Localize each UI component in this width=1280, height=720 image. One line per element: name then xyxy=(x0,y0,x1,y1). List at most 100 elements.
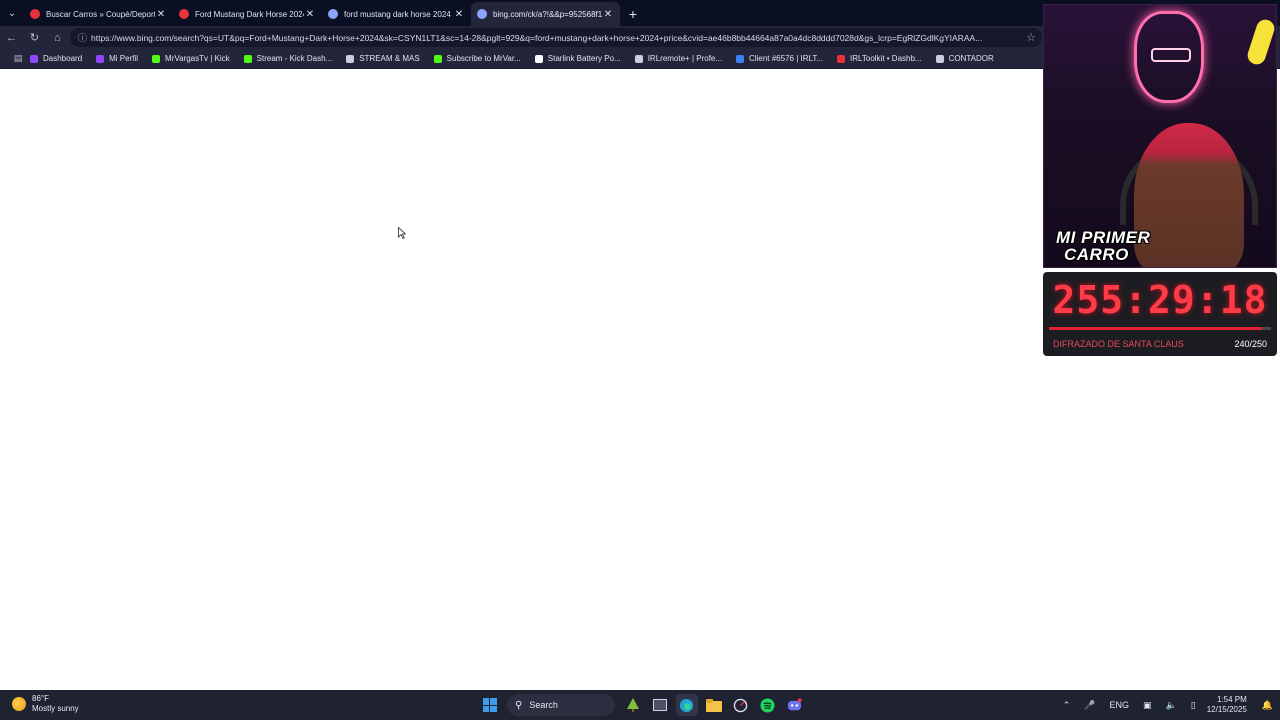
notification-icon[interactable]: 🔔 xyxy=(1262,700,1273,711)
bookmark-label: MrVargasTv | Kick xyxy=(165,54,230,63)
search-favicon-icon xyxy=(328,9,338,19)
countdown-timer: 255:29:18 xyxy=(1052,278,1268,322)
speedometer-app-icon[interactable] xyxy=(730,694,752,716)
bookmark-label: Starlink Battery Po... xyxy=(547,54,621,63)
tab-actions-menu-icon[interactable]: ⌄ xyxy=(0,0,24,26)
mouse-cursor-icon xyxy=(398,227,406,239)
windows-logo-icon xyxy=(482,698,497,712)
bookmark-item[interactable]: CONTADOR xyxy=(935,54,994,63)
bookmark-label: IRLToolkit • Dashb... xyxy=(850,54,922,63)
bookmark-label: Dashboard xyxy=(43,54,83,63)
weather-text: 86°F Mostly sunny xyxy=(32,694,79,714)
bookmark-item[interactable]: Mi Perfil xyxy=(96,54,138,63)
clock-date: 12/15/2025 xyxy=(1206,705,1247,714)
tab-title: Ford Mustang Dark Horse 2024 #1 xyxy=(195,9,304,19)
counter-icon xyxy=(935,54,944,63)
bookmark-item[interactable]: IRLremote+ | Profe... xyxy=(634,54,723,63)
new-tab-button[interactable]: + xyxy=(620,2,646,26)
neon-sign-icon xyxy=(1134,11,1204,103)
cam-title-line2: CARRO xyxy=(1064,245,1129,264)
bookmark-item[interactable]: Stream - Kick Dash... xyxy=(243,54,333,63)
banana-decoration-icon xyxy=(1245,17,1276,67)
bookmark-label: IRLremote+ | Profe... xyxy=(647,54,723,63)
tab-close-icon[interactable]: ✕ xyxy=(304,9,316,20)
search-icon: ⚲ xyxy=(515,699,523,711)
browser-tab[interactable]: Buscar Carros » Coupé/Deportivo ✕ xyxy=(24,2,173,26)
discord-icon[interactable] xyxy=(784,694,806,716)
address-bar[interactable]: ⓘ https://www.bing.com/search?qs=UT&pq=F… xyxy=(70,28,1042,47)
taskbar-clock[interactable]: 1:54 PM 12/15/2025 xyxy=(1207,695,1247,715)
globe-favicon-icon xyxy=(477,9,487,19)
subathon-timer-widget: 255:29:18 DIFRAZADO DE SANTA CLAUS 240/2… xyxy=(1043,272,1277,356)
weather-widget[interactable]: 86°F Mostly sunny xyxy=(12,694,79,714)
sun-icon xyxy=(12,697,26,711)
bookmark-item[interactable]: MrVargasTv | Kick xyxy=(152,54,230,63)
site-info-icon[interactable]: ⓘ xyxy=(78,31,87,44)
bookmark-folder[interactable]: STREAM & MAS xyxy=(346,54,420,63)
tab-title: bing.com/ck/a?!&&p=952568f1b xyxy=(493,9,602,19)
browser-tab-active[interactable]: bing.com/ck/a?!&&p=952568f1b ✕ xyxy=(471,2,620,26)
goal-progress-track xyxy=(1049,327,1271,330)
goal-progress-fill xyxy=(1049,327,1263,330)
site-favicon-icon xyxy=(30,9,40,19)
bookmark-label: CONTADOR xyxy=(948,54,994,63)
search-label: Search xyxy=(529,700,558,710)
widgets-icon[interactable] xyxy=(622,694,644,716)
screen: ⌄ Buscar Carros » Coupé/Deportivo ✕ Ford… xyxy=(0,0,1280,720)
microphone-icon[interactable]: 🎤 xyxy=(1084,700,1095,711)
edge-browser-icon[interactable] xyxy=(675,694,698,716)
bookmark-label: Stream - Kick Dash... xyxy=(256,54,333,63)
input-language[interactable]: ENG xyxy=(1110,700,1130,710)
home-icon[interactable]: ⌂ xyxy=(46,26,69,49)
cam-title: MI PRIMER CARRO xyxy=(1056,229,1150,263)
twitch-icon xyxy=(30,54,38,63)
bookmark-item[interactable]: Starlink Battery Po... xyxy=(534,54,621,63)
task-view-icon[interactable] xyxy=(649,694,671,716)
volume-icon[interactable]: 🔈 xyxy=(1166,700,1177,711)
start-button[interactable] xyxy=(479,694,501,716)
site-favicon-icon xyxy=(179,9,189,19)
bookmark-item[interactable]: Subscribe to MrVar... xyxy=(433,54,521,63)
tab-close-icon[interactable]: ✕ xyxy=(453,9,465,20)
spotify-icon[interactable] xyxy=(757,694,779,716)
network-icon[interactable]: ▣ xyxy=(1143,700,1152,711)
twitch-icon xyxy=(96,54,105,63)
folder-icon xyxy=(346,54,355,63)
kick-icon xyxy=(243,54,252,63)
kick-icon xyxy=(152,54,161,63)
weather-desc: Mostly sunny xyxy=(32,704,79,713)
taskbar-apps: ⚲ Search xyxy=(476,692,808,718)
tab-title: Buscar Carros » Coupé/Deportivo xyxy=(46,9,155,19)
battery-icon[interactable]: ▯ xyxy=(1191,700,1196,711)
back-icon[interactable]: ← xyxy=(0,26,23,49)
system-tray: ⌃ 🎤 ENG ▣ 🔈 ▯ 1:54 PM 12/15/2025 🔔 xyxy=(1056,690,1280,720)
streamer-video xyxy=(1134,123,1244,267)
tab-close-icon[interactable]: ✕ xyxy=(155,9,167,20)
taskbar-search[interactable]: ⚲ Search xyxy=(507,694,615,716)
bookmark-item[interactable]: Dashboard xyxy=(30,54,82,63)
refresh-icon[interactable]: ↻ xyxy=(23,26,46,49)
cloud-icon xyxy=(736,54,745,63)
file-explorer-icon[interactable] xyxy=(703,694,725,716)
bookmark-label: STREAM & MAS xyxy=(359,54,420,63)
goal-count: 240/250 xyxy=(1234,339,1267,349)
bookmark-item[interactable]: IRLToolkit • Dashb... xyxy=(837,54,922,63)
kick-icon xyxy=(433,54,442,63)
favorites-menu-icon[interactable]: ▤ xyxy=(6,53,30,64)
bookmark-label: Client #6576 | IRLT... xyxy=(749,54,824,63)
tab-title: ford mustang dark horse 2024 pri xyxy=(344,9,453,19)
goal-label: DIFRAZADO DE SANTA CLAUS xyxy=(1053,339,1184,349)
battery-icon xyxy=(534,54,543,63)
chevron-up-icon[interactable]: ⌃ xyxy=(1063,700,1071,711)
bookmark-label: Subscribe to MrVar... xyxy=(446,54,521,63)
weather-temp: 86°F xyxy=(32,694,49,703)
browser-tab[interactable]: Ford Mustang Dark Horse 2024 #1 ✕ xyxy=(173,2,322,26)
favorite-star-icon[interactable]: ☆ xyxy=(1026,31,1036,44)
bookmark-item[interactable]: Client #6576 | IRLT... xyxy=(736,54,823,63)
globe-icon xyxy=(634,54,643,63)
clock-time: 1:54 PM xyxy=(1216,695,1247,704)
browser-tab[interactable]: ford mustang dark horse 2024 pri ✕ xyxy=(322,2,471,26)
tab-close-icon[interactable]: ✕ xyxy=(602,9,614,20)
toolkit-icon xyxy=(837,54,846,63)
windows-taskbar: 86°F Mostly sunny ⚲ Search ⌃ 🎤 ENG ▣ 🔈 ▯… xyxy=(0,690,1280,720)
